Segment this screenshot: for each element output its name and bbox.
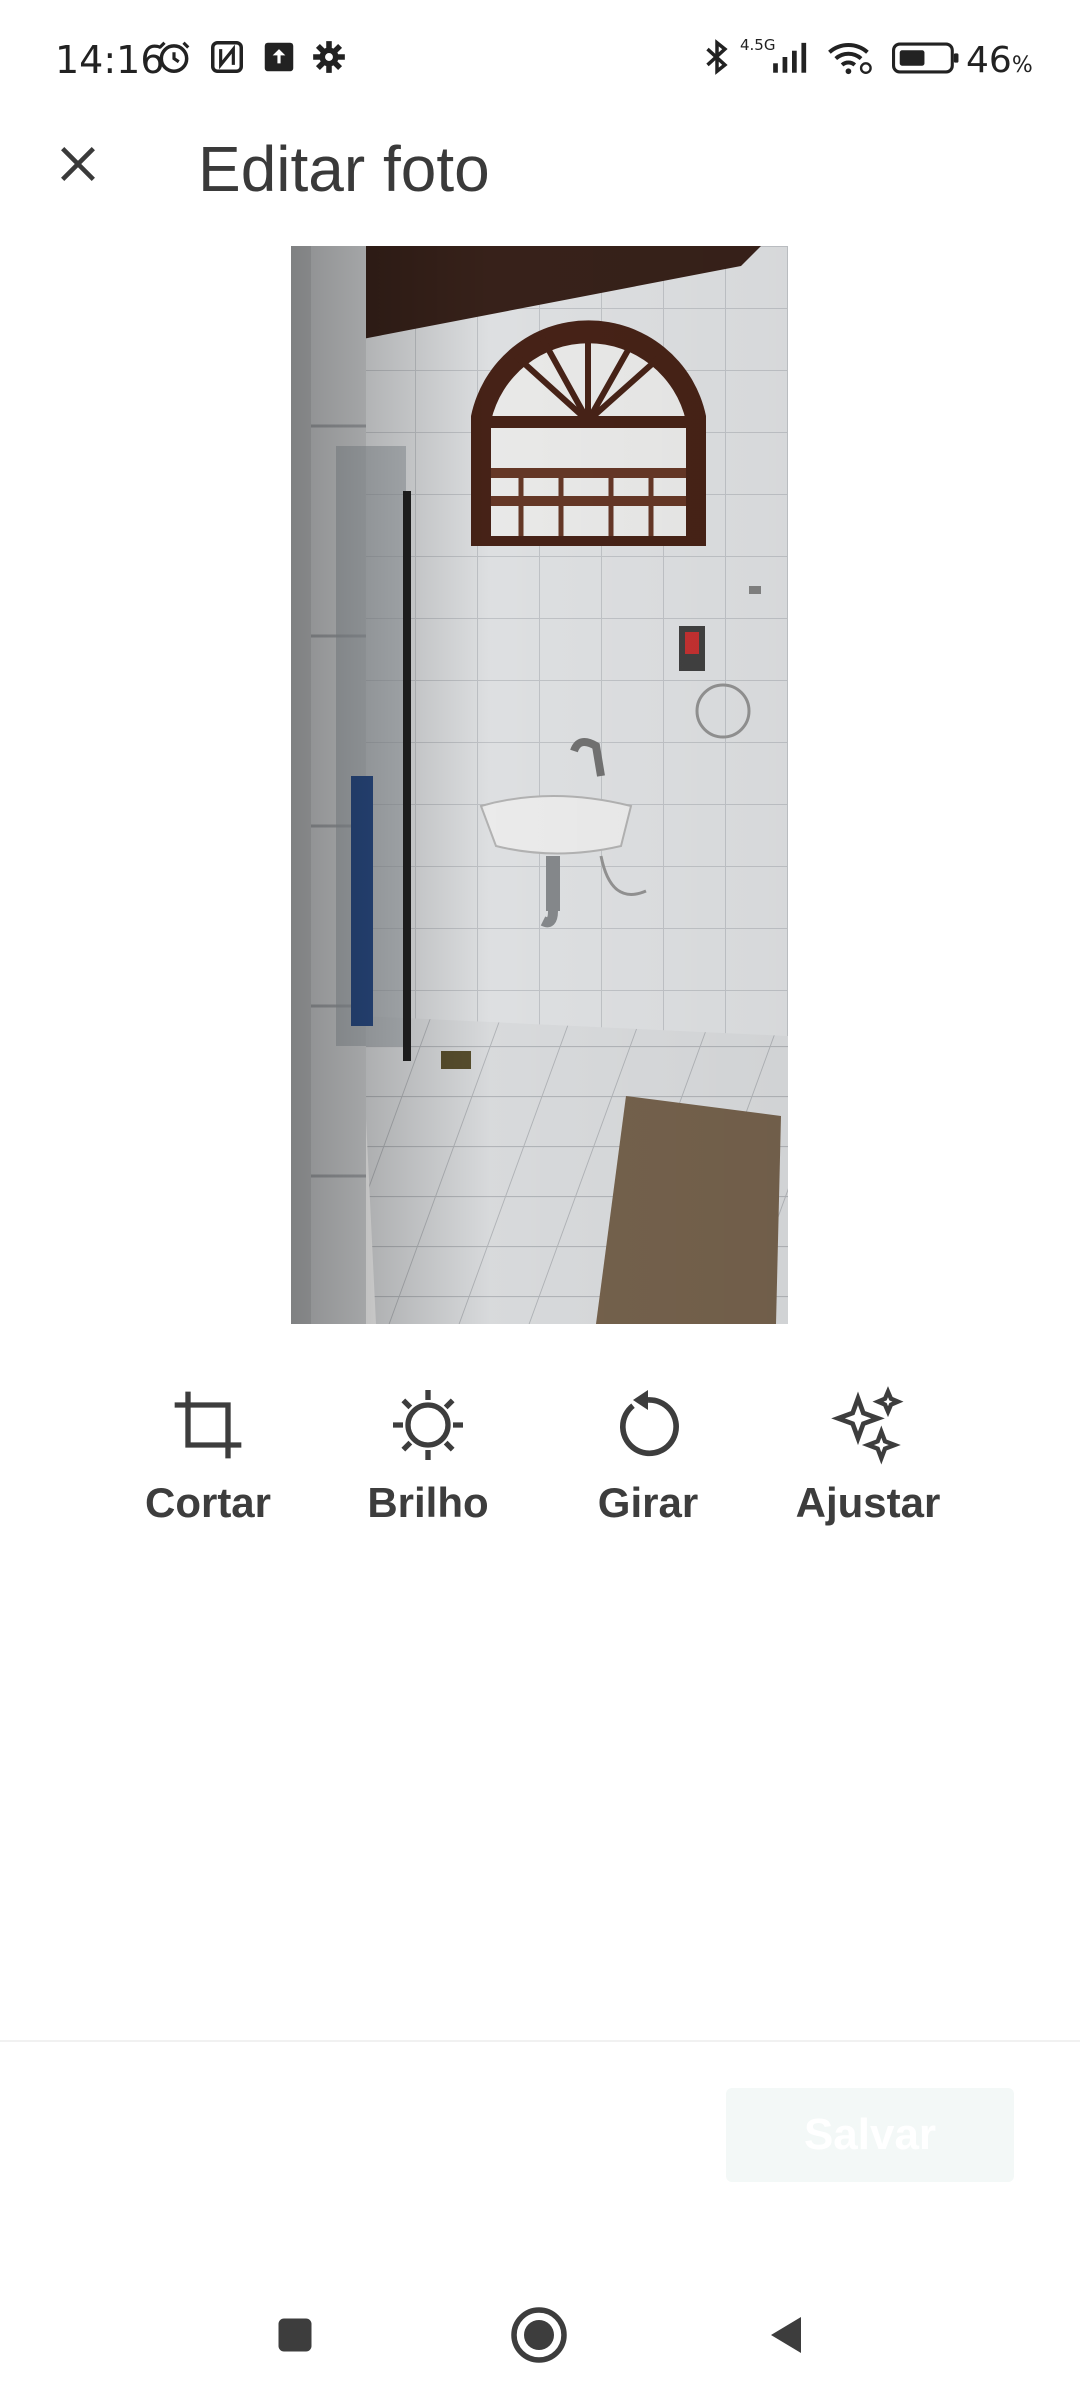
home-button[interactable] [494, 2290, 584, 2380]
alarm-icon [158, 41, 190, 73]
crop-tool-button[interactable]: Cortar [108, 1385, 308, 1527]
sparkle-icon [831, 1386, 904, 1465]
rotate-tool-button[interactable]: Girar [548, 1385, 748, 1527]
status-time: 14:16 [55, 38, 165, 82]
wifi-icon [828, 43, 872, 75]
back-icon [771, 2317, 801, 2353]
rotate-label: Girar [597, 1479, 699, 1526]
recent-apps-icon [278, 2318, 312, 2352]
edit-tools: Cortar Brilho Girar Ajustar [0, 1385, 1080, 1555]
recent-apps-button[interactable] [250, 2290, 340, 2380]
close-button[interactable] [42, 128, 114, 200]
battery-percent: 46% [966, 40, 1033, 81]
nfc-icon [211, 41, 243, 73]
brightness-tool-button[interactable]: Brilho [328, 1385, 528, 1527]
upload-icon [264, 42, 294, 72]
adjust-tool-button[interactable]: Ajustar [768, 1385, 968, 1527]
save-button[interactable]: Salvar [726, 2088, 1014, 2182]
settings-icon [313, 41, 345, 73]
brightness-label: Brilho [367, 1479, 489, 1526]
back-button[interactable] [740, 2290, 830, 2380]
page-title: Editar foto [198, 133, 490, 205]
brightness-icon [393, 1390, 463, 1460]
adjust-label: Ajustar [795, 1479, 941, 1526]
photo-preview [291, 246, 788, 1324]
footer-divider [0, 2040, 1080, 2042]
close-icon [61, 147, 95, 181]
rotate-icon [620, 1390, 679, 1457]
battery-icon [892, 42, 959, 74]
home-icon [511, 2307, 567, 2363]
crop-label: Cortar [144, 1479, 272, 1526]
system-nav-bar [0, 2290, 1080, 2380]
bluetooth-icon [706, 39, 728, 75]
crop-icon [174, 1391, 242, 1459]
signal-icon [773, 42, 807, 73]
bathroom-photo [291, 246, 788, 1324]
status-bar: 14:16 4.5G 46% [0, 0, 1080, 120]
